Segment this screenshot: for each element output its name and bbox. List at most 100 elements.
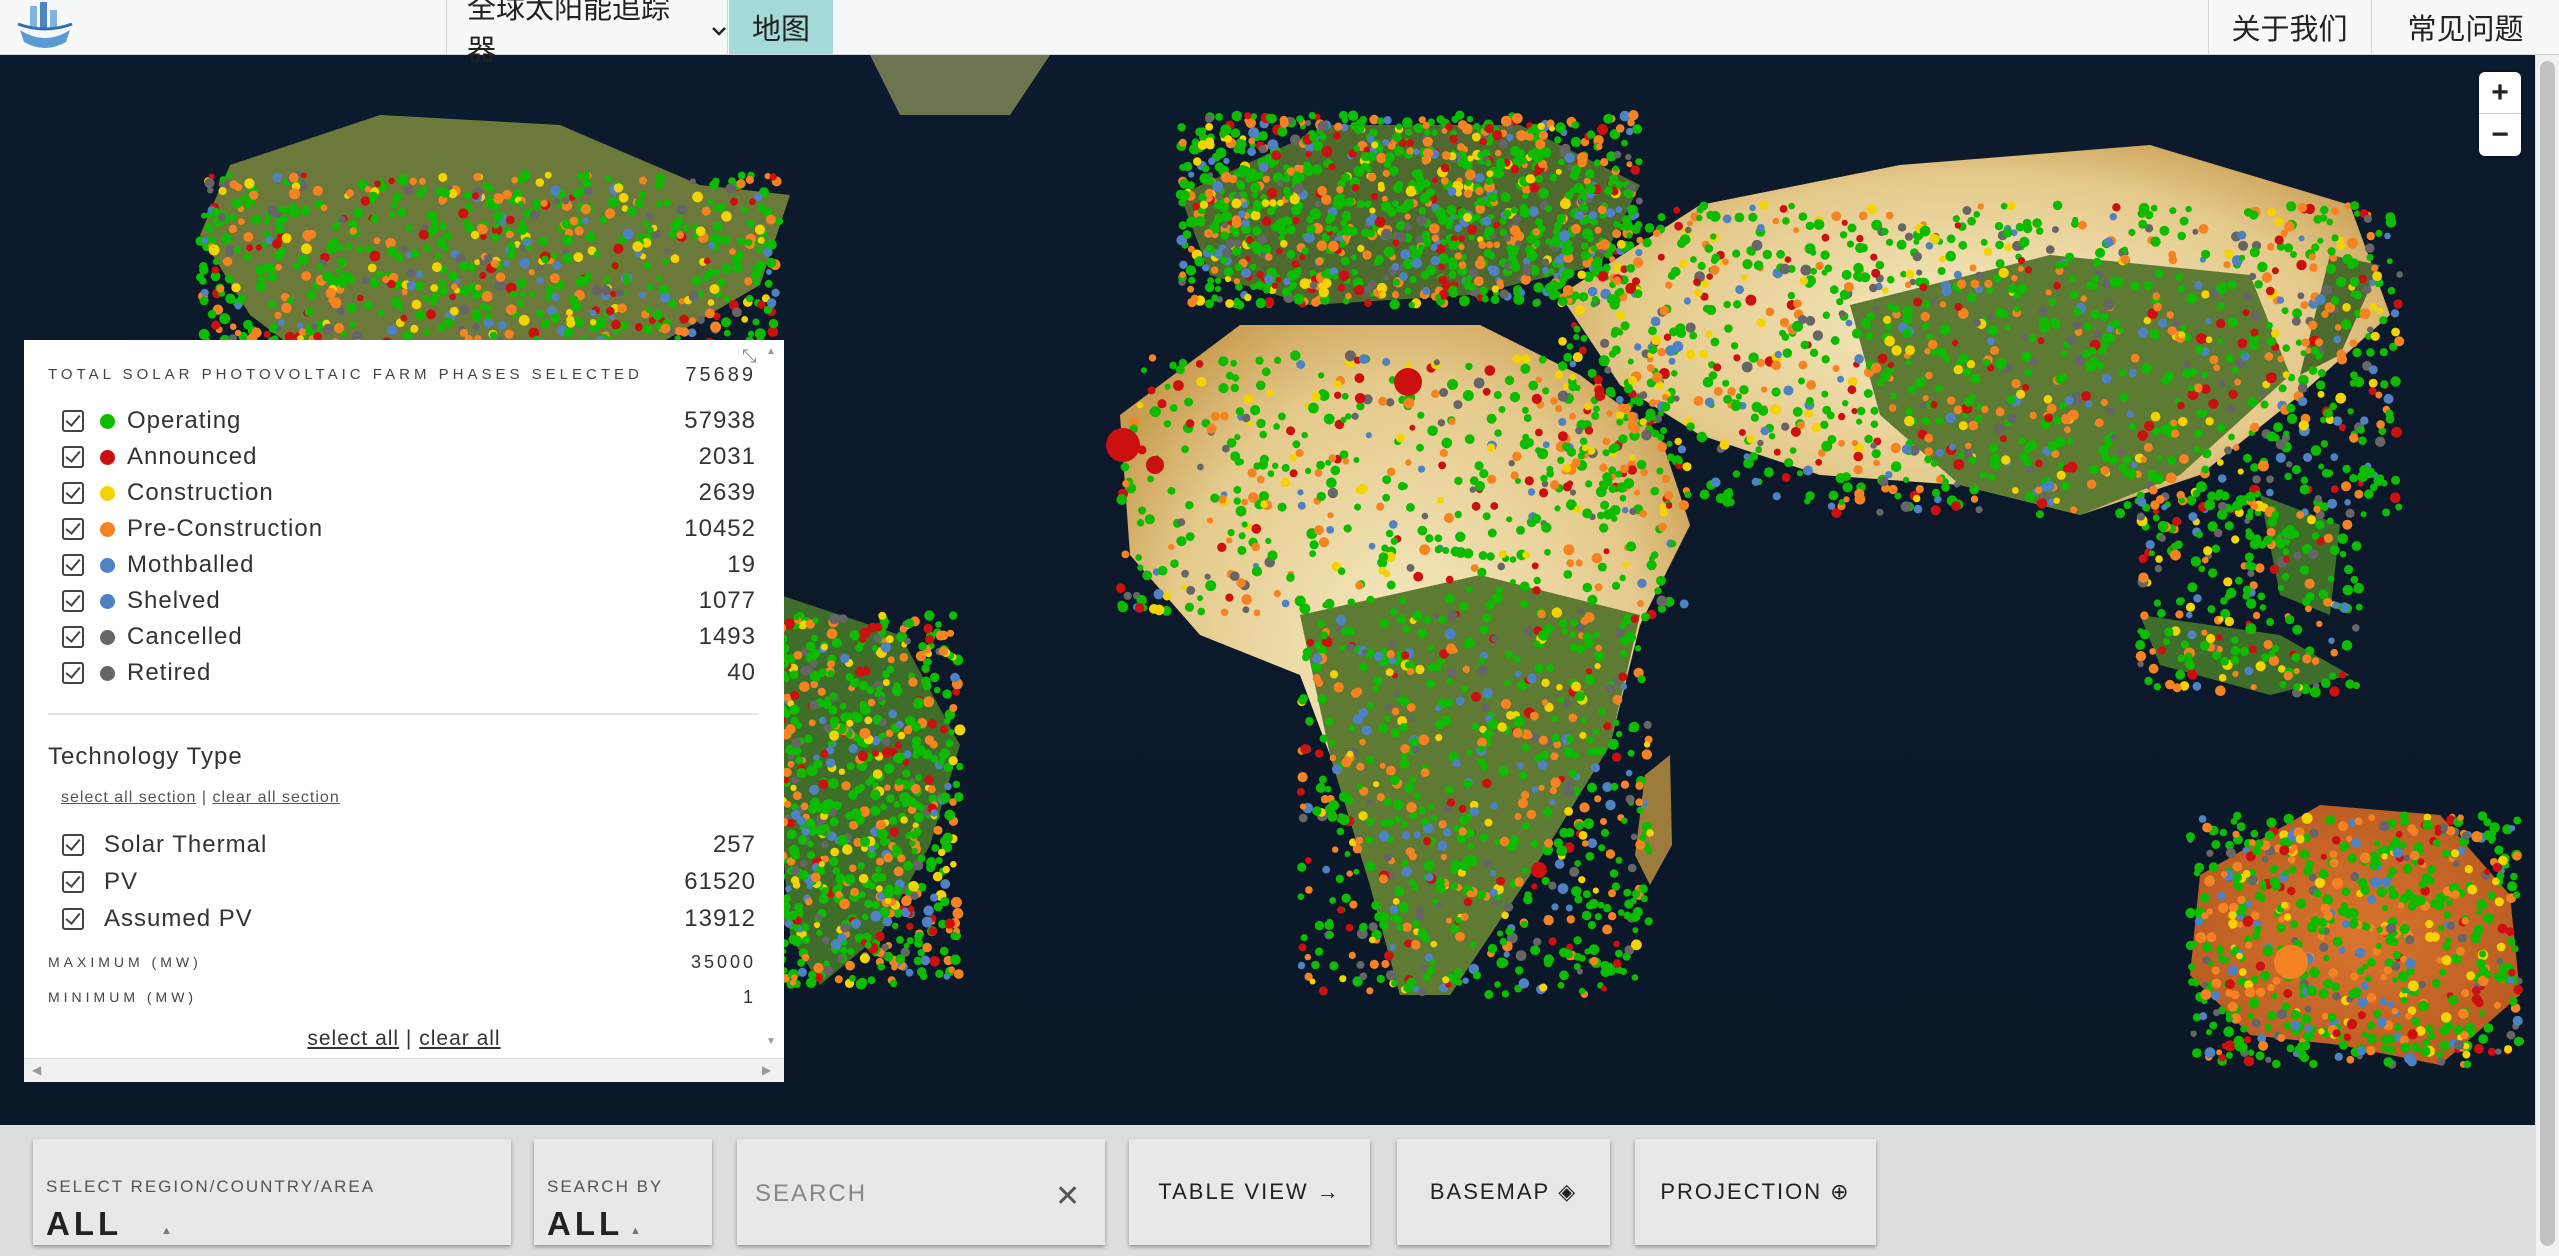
plant-marker[interactable] — [2284, 221, 2295, 232]
plant-marker[interactable] — [1409, 244, 1417, 253]
plant-marker[interactable] — [1653, 229, 1661, 237]
plant-marker[interactable] — [1466, 586, 1473, 593]
plant-marker[interactable] — [1541, 876, 1550, 886]
plant-marker[interactable] — [2199, 640, 2210, 651]
plant-marker[interactable] — [1627, 465, 1637, 475]
plant-marker[interactable] — [1570, 619, 1578, 627]
plant-marker[interactable] — [1415, 664, 1425, 675]
plant-marker[interactable] — [1520, 274, 1532, 285]
plant-marker[interactable] — [2243, 292, 2252, 301]
plant-marker[interactable] — [1970, 373, 1981, 384]
plant-marker[interactable] — [1445, 222, 1453, 230]
plant-marker[interactable] — [316, 263, 324, 271]
plant-marker[interactable] — [1705, 330, 1713, 338]
plant-marker[interactable] — [1975, 506, 1983, 514]
plant-marker[interactable] — [1648, 326, 1657, 336]
plant-marker[interactable] — [2298, 235, 2305, 242]
plant-marker[interactable] — [611, 319, 621, 330]
plant-marker[interactable] — [569, 295, 579, 305]
plant-marker[interactable] — [1170, 559, 1179, 568]
plant-marker[interactable] — [1479, 286, 1488, 296]
plant-marker[interactable] — [1465, 813, 1472, 820]
plant-marker[interactable] — [1995, 259, 2005, 269]
plant-marker[interactable] — [1635, 249, 1643, 257]
plant-marker[interactable] — [2035, 486, 2043, 494]
plant-marker[interactable] — [1185, 501, 1194, 510]
plant-marker[interactable] — [2091, 283, 2098, 290]
plant-marker[interactable] — [1427, 803, 1435, 810]
plant-marker[interactable] — [1399, 696, 1410, 707]
plant-marker[interactable] — [1455, 917, 1462, 924]
plant-marker[interactable] — [1371, 900, 1381, 911]
plant-marker[interactable] — [390, 201, 398, 209]
plant-marker[interactable] — [1417, 628, 1427, 639]
plant-marker[interactable] — [1312, 653, 1323, 664]
plant-marker[interactable] — [1391, 263, 1400, 271]
plant-marker[interactable] — [1289, 270, 1297, 278]
plant-marker[interactable] — [893, 801, 901, 808]
plant-marker[interactable] — [1654, 587, 1662, 595]
plant-marker[interactable] — [1206, 423, 1217, 434]
plant-marker[interactable] — [2171, 429, 2180, 438]
plant-marker[interactable] — [1492, 130, 1503, 141]
plant-marker[interactable] — [1464, 434, 1475, 445]
plant-marker[interactable] — [1519, 599, 1529, 609]
plant-marker[interactable] — [492, 222, 500, 229]
plant-marker[interactable] — [1440, 163, 1450, 173]
plant-marker[interactable] — [1541, 522, 1552, 533]
plant-marker[interactable] — [1555, 122, 1566, 133]
plant-marker[interactable] — [611, 262, 619, 270]
plant-marker[interactable] — [296, 322, 304, 330]
plant-marker[interactable] — [1242, 606, 1250, 614]
plant-marker[interactable] — [1530, 839, 1539, 848]
plant-marker[interactable] — [663, 248, 671, 256]
plant-marker[interactable] — [1745, 294, 1757, 306]
plant-marker[interactable] — [735, 251, 745, 260]
plant-marker[interactable] — [1409, 275, 1417, 284]
plant-marker[interactable] — [1626, 127, 1634, 136]
plant-marker[interactable] — [1667, 396, 1675, 404]
plant-marker[interactable] — [645, 306, 653, 313]
plant-marker[interactable] — [2384, 232, 2391, 240]
plant-marker[interactable] — [591, 285, 602, 296]
plant-marker[interactable] — [663, 198, 671, 207]
plant-marker[interactable] — [1292, 440, 1301, 449]
plant-marker[interactable] — [1920, 311, 1930, 322]
plant-marker[interactable] — [1958, 240, 1968, 250]
plant-marker[interactable] — [1611, 326, 1621, 336]
plant-marker[interactable] — [562, 234, 573, 246]
plant-marker[interactable] — [1569, 489, 1577, 496]
plant-marker[interactable] — [1640, 895, 1648, 903]
plant-marker[interactable] — [1656, 467, 1664, 475]
plant-marker[interactable] — [1191, 294, 1199, 302]
plant-marker[interactable] — [1298, 813, 1308, 823]
plant-marker[interactable] — [1854, 354, 1864, 364]
plant-marker[interactable] — [1378, 723, 1388, 733]
plant-marker[interactable] — [2201, 448, 2212, 459]
plant-marker[interactable] — [1757, 439, 1764, 447]
plant-marker[interactable] — [392, 192, 402, 202]
plant-marker[interactable] — [1871, 268, 1881, 278]
plant-marker[interactable] — [1974, 271, 1984, 281]
plant-marker[interactable] — [388, 177, 395, 184]
plant-marker[interactable] — [2168, 255, 2178, 265]
plant-marker[interactable] — [1384, 950, 1394, 961]
plant-marker[interactable] — [386, 324, 398, 336]
plant-marker[interactable] — [1317, 694, 1327, 705]
plant-marker[interactable] — [584, 272, 592, 280]
plant-marker[interactable] — [1925, 371, 1933, 380]
plant-marker[interactable] — [2238, 240, 2249, 251]
plant-marker[interactable] — [1621, 139, 1628, 147]
plant-marker[interactable] — [244, 178, 255, 189]
plant-marker[interactable] — [519, 290, 526, 298]
plant-marker[interactable] — [1659, 503, 1668, 511]
plant-marker[interactable] — [1562, 463, 1571, 473]
plant-marker[interactable] — [1788, 202, 1795, 210]
plant-marker[interactable] — [757, 236, 765, 244]
plant-marker[interactable] — [1677, 445, 1686, 454]
plant-marker[interactable] — [1322, 865, 1331, 874]
plant-marker[interactable] — [1533, 576, 1541, 585]
plant-marker[interactable] — [2137, 209, 2146, 218]
plant-marker[interactable] — [1901, 444, 1912, 455]
plant-marker[interactable] — [1756, 224, 1765, 232]
